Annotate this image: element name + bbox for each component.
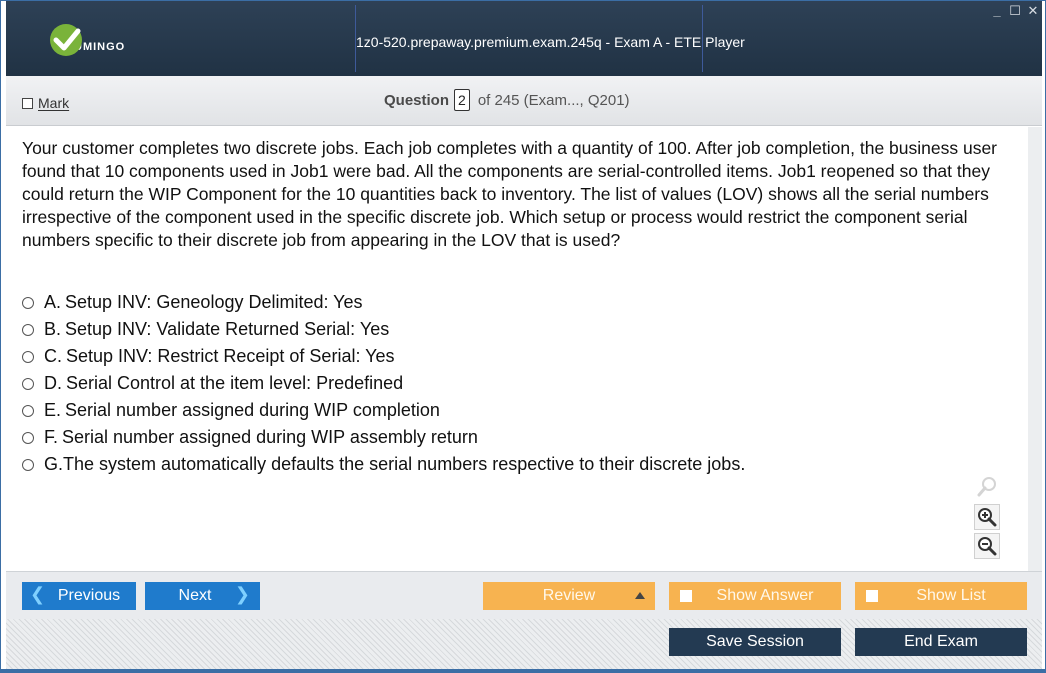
mark-checkbox-box[interactable] — [22, 97, 33, 109]
radio-button[interactable] — [22, 404, 34, 417]
answer-option[interactable]: A. Setup INV: Geneology Delimited: Yes — [22, 289, 745, 316]
title-divider — [702, 5, 703, 72]
show-answer-checkbox[interactable] — [680, 590, 692, 602]
end-exam-label: End Exam — [904, 633, 978, 650]
radio-button[interactable] — [22, 323, 34, 336]
save-session-button[interactable]: Save Session — [669, 628, 841, 656]
option-letter: D. — [44, 373, 62, 393]
zoom-out-icon[interactable] — [974, 533, 1000, 559]
window-border-bottom — [1, 669, 1046, 673]
question-of-text: of 245 (Exam..., Q201) — [477, 91, 630, 109]
review-label: Review — [542, 587, 596, 604]
window-controls: _ ☐ ✕ — [990, 3, 1040, 19]
radio-button[interactable] — [22, 431, 34, 444]
answer-option[interactable]: C. Setup INV: Restrict Receipt of Serial:… — [22, 343, 745, 370]
zoom-in-icon[interactable] — [974, 504, 1000, 530]
question-header: Mark Question 2 of 245 (Exam..., Q201) — [6, 76, 1042, 126]
search-icon[interactable] — [974, 474, 1000, 500]
previous-button[interactable]: ❮ Previous — [22, 582, 136, 610]
question-number-input[interactable]: 2 — [454, 89, 470, 111]
question-label: Question — [384, 91, 450, 109]
navigation-bar: ❮ Previous Next ❯ Review Show Answer Sho… — [6, 571, 1042, 619]
next-label: Next — [178, 587, 212, 604]
next-button[interactable]: Next ❯ — [145, 582, 260, 610]
save-session-label: Save Session — [706, 633, 804, 650]
option-letter: B. — [44, 319, 62, 339]
vertical-scrollbar[interactable] — [1028, 127, 1042, 571]
question-text: Your customer completes two discrete job… — [22, 138, 998, 250]
option-text: The system automatically defaults the se… — [63, 454, 746, 474]
radio-button[interactable] — [22, 350, 34, 363]
previous-label: Previous — [57, 587, 121, 604]
option-text: Setup INV: Geneology Delimited: Yes — [65, 292, 363, 312]
answer-option[interactable]: D. Serial Control at the item level: Pred… — [22, 370, 745, 397]
answer-option[interactable]: G. The system automatically defaults the … — [22, 451, 745, 478]
option-letter: G. — [44, 454, 64, 474]
caret-up-icon — [635, 592, 645, 599]
review-button[interactable]: Review — [483, 582, 655, 610]
question-counter: Question 2 of 245 (Exam..., Q201) — [384, 89, 630, 111]
mark-checkbox[interactable]: Mark — [22, 95, 69, 111]
window-title: 1z0-520.prepaway.premium.exam.245q - Exa… — [356, 34, 745, 50]
show-answer-label: Show Answer — [716, 587, 814, 604]
mark-label: Mark — [38, 95, 70, 111]
option-text: Serial number assigned during WIP comple… — [65, 400, 440, 420]
chevron-right-icon: ❯ — [234, 584, 250, 604]
close-button[interactable]: ✕ — [1026, 3, 1040, 19]
option-letter: C. — [44, 346, 62, 366]
show-list-checkbox[interactable] — [866, 590, 878, 602]
option-text: Setup INV: Validate Returned Serial: Yes — [65, 319, 390, 339]
radio-button[interactable] — [22, 458, 34, 471]
minimize-button[interactable]: _ — [990, 3, 1004, 19]
question-panel: Your customer completes two discrete job… — [6, 127, 1028, 571]
show-answer-toggle[interactable]: Show Answer — [669, 582, 841, 610]
option-letter: A. — [44, 292, 62, 312]
answer-option[interactable]: F. Serial number assigned during WIP asse… — [22, 424, 745, 451]
app-window: UMINGO 1z0-520.prepaway.premium.exam.245… — [0, 0, 1046, 673]
answer-options: A. Setup INV: Geneology Delimited: Yes B.… — [22, 289, 745, 478]
maximize-button[interactable]: ☐ — [1008, 3, 1022, 19]
radio-button[interactable] — [22, 377, 34, 390]
option-letter: F. — [44, 427, 59, 447]
app-logo: UMINGO — [50, 23, 125, 57]
option-letter: E. — [44, 400, 62, 420]
option-text: Serial Control at the item level: Predef… — [66, 373, 404, 393]
footer-bar: Save Session End Exam — [6, 619, 1042, 669]
check-logo-icon — [50, 24, 82, 56]
option-text: Serial number assigned during WIP assemb… — [62, 427, 478, 447]
answer-option[interactable]: B. Setup INV: Validate Returned Serial: Y… — [22, 316, 745, 343]
option-text: Setup INV: Restrict Receipt of Serial: Y… — [66, 346, 395, 366]
end-exam-button[interactable]: End Exam — [855, 628, 1027, 656]
radio-button[interactable] — [22, 296, 34, 309]
show-list-toggle[interactable]: Show List — [855, 582, 1027, 610]
show-list-label: Show List — [916, 587, 986, 604]
title-bar: UMINGO 1z0-520.prepaway.premium.exam.245… — [6, 1, 1042, 76]
chevron-left-icon: ❮ — [30, 584, 46, 604]
answer-option[interactable]: E. Serial number assigned during WIP comp… — [22, 397, 745, 424]
